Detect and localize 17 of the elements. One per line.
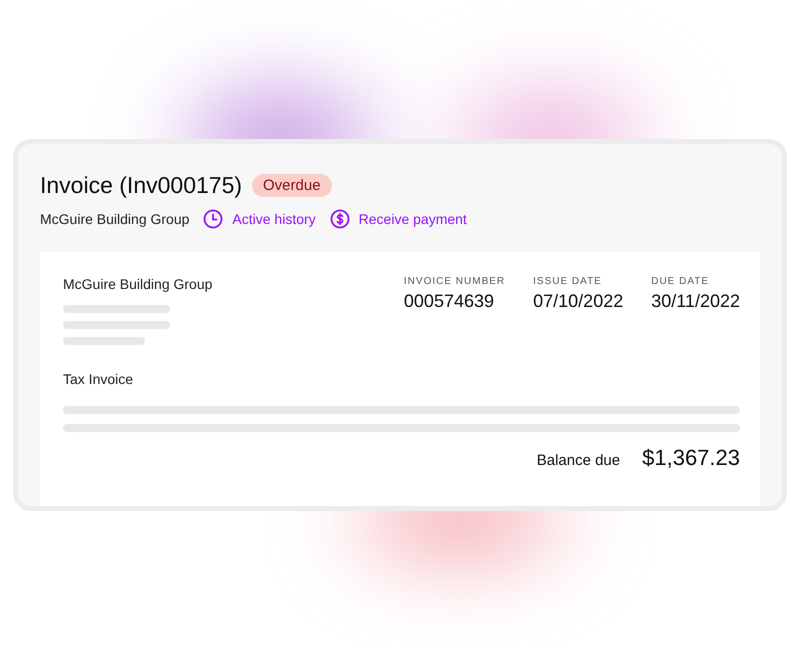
clock-icon [203,209,224,229]
field-label: INVOICE NUMBER [404,276,506,287]
action-link[interactable]: Receive payment [330,209,467,229]
status-badge: Overdue [252,174,332,197]
field-value: 30/11/2022 [651,291,740,312]
field-value: 000574639 [404,291,496,312]
invoice-title: Invoice (Inv000175) [40,172,242,199]
dollar-icon [330,209,350,229]
field-value: 07/10/2022 [533,291,624,312]
document-type: Tax Invoice [63,371,134,387]
customer-name: McGuire Building Group [40,211,190,227]
balance-label: Balance due [536,452,620,469]
customer-name: McGuire Building Group [63,276,212,292]
balance-amount: $1,367.23 [642,445,740,471]
action-link[interactable]: Active history [203,209,316,229]
field-label: ISSUE DATE [533,276,603,287]
field-label: DUE DATE [651,276,710,287]
